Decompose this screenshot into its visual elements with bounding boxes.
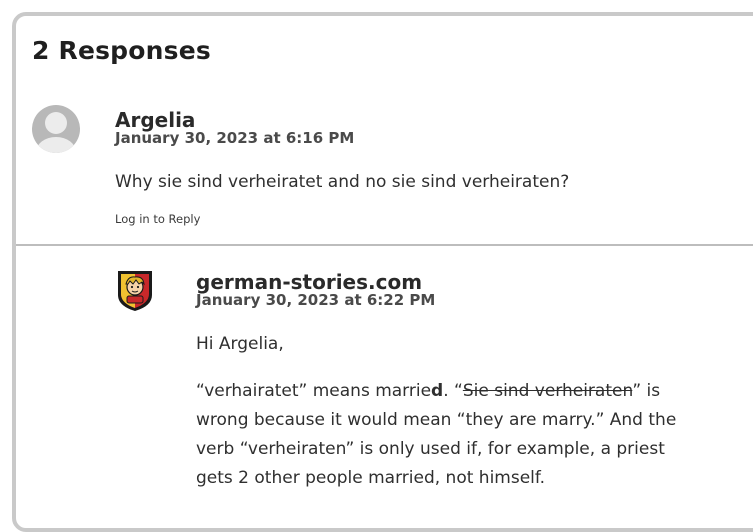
comment-paragraph-line: verb “verheiraten” is only used if, for … — [196, 439, 665, 459]
comment-paragraph-line: wrong because it would mean “they are ma… — [196, 410, 677, 430]
login-to-reply-link[interactable]: Log in to Reply — [115, 212, 200, 226]
comment-author[interactable]: german-stories.com — [196, 272, 422, 292]
comment-author[interactable]: Argelia — [115, 110, 195, 130]
comment-greeting: Hi Argelia, — [196, 334, 284, 354]
comic-character-badge-icon — [118, 271, 152, 311]
comment-strikethrough-text: Sie sind verheiraten — [462, 381, 633, 401]
comment-bold-letter: d — [431, 381, 444, 401]
comment-date[interactable]: January 30, 2023 at 6:16 PM — [115, 130, 354, 146]
comment-text-part: . “ — [443, 381, 463, 401]
comment-paragraph-line: gets 2 other people married, not himself… — [196, 468, 546, 488]
comments-heading: 2 Responses — [32, 36, 211, 65]
comment-text-part: “verhairatet” means marrie — [196, 381, 432, 401]
comment-date[interactable]: January 30, 2023 at 6:22 PM — [196, 292, 435, 308]
comment-text-part: ” is — [632, 381, 661, 401]
comment-paragraph-line: “verhairatet” means married. “Sie sind v… — [196, 377, 660, 405]
comment-divider — [16, 244, 753, 246]
default-user-avatar-icon — [32, 105, 80, 153]
comment-text: Why sie sind verheiratet and no sie sind… — [115, 172, 570, 192]
